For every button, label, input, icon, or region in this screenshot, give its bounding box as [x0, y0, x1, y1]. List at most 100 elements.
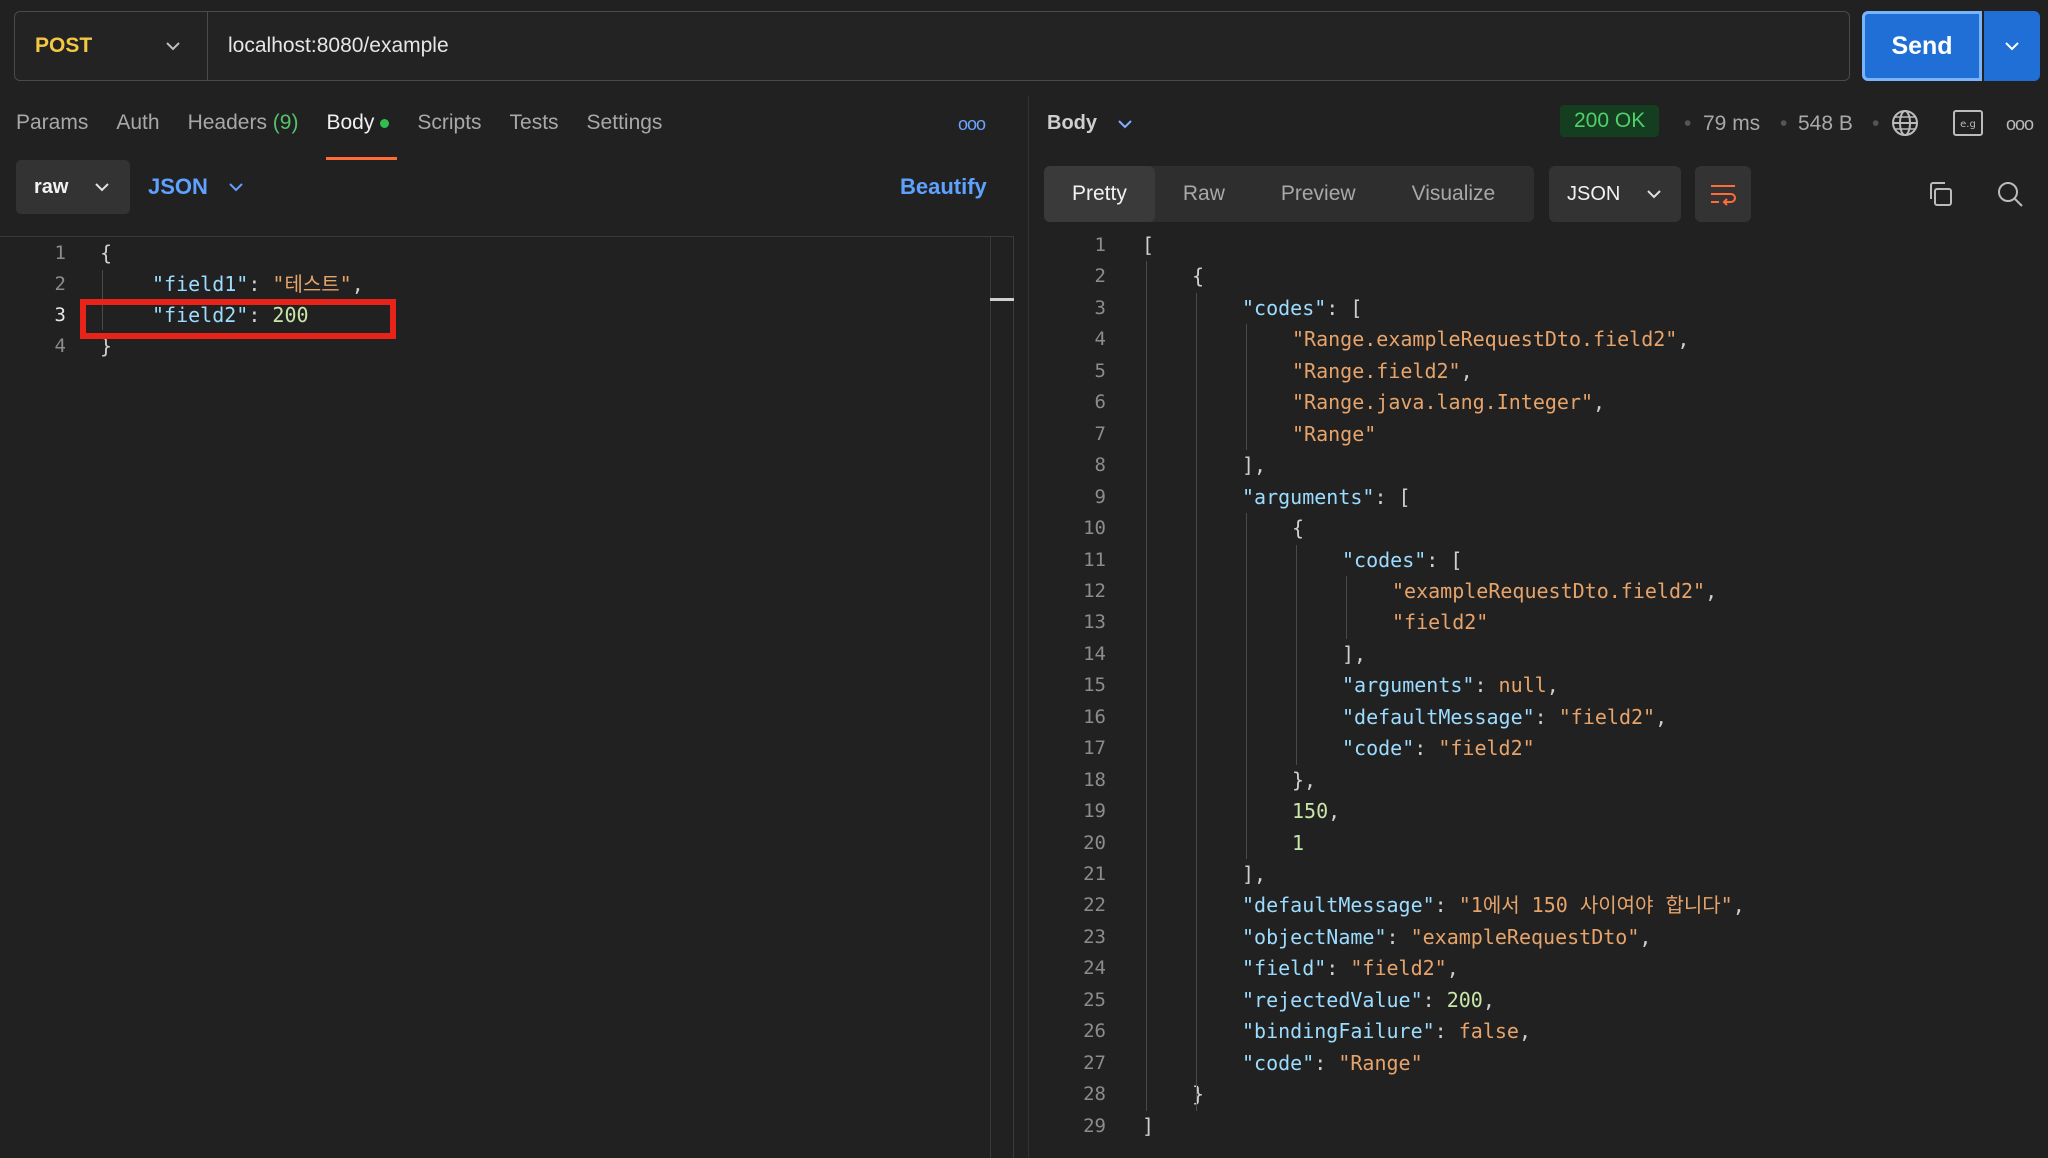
line-number: 13 [1083, 611, 1106, 634]
scrollbar-thumb[interactable] [990, 298, 1014, 301]
line-number: 22 [1083, 894, 1106, 917]
line-number: 12 [1083, 579, 1106, 602]
code-line: ], [1342, 641, 1367, 666]
line-number: 26 [1083, 1020, 1106, 1043]
save-example-icon[interactable]: e.g [1953, 110, 1983, 136]
code-line: "field2" [1392, 610, 1489, 635]
code-line: 1 [1292, 830, 1305, 855]
code-line: "arguments": [ [1242, 484, 1411, 509]
body-format-select[interactable]: JSON [148, 174, 244, 200]
code-line: "exampleRequestDto.field2", [1392, 578, 1718, 603]
chevron-down-icon [1647, 190, 1662, 199]
tab-tests[interactable]: Tests [510, 108, 559, 148]
tab-body[interactable]: Body [326, 108, 398, 160]
line-number: 2 [1094, 265, 1106, 288]
response-view-tabs: Pretty Raw Preview Visualize [1044, 166, 1534, 222]
indent-guide [1146, 261, 1147, 1111]
code-line: 150, [1292, 799, 1341, 824]
tab-scripts[interactable]: Scripts [417, 108, 481, 148]
code-line: "field": "field2", [1242, 956, 1459, 981]
code-line: { [1292, 516, 1305, 541]
chevron-down-icon [166, 42, 180, 51]
tab-headers[interactable]: Headers (9) [188, 108, 299, 148]
body-mode-select[interactable]: raw [16, 160, 130, 214]
svg-text:e.g: e.g [1960, 119, 1976, 130]
code-line: }, [1292, 767, 1317, 792]
line-number: 11 [1083, 548, 1106, 571]
line-number: 18 [1083, 768, 1106, 791]
line-number: 9 [1094, 485, 1106, 508]
chevron-down-icon [229, 183, 243, 192]
globe-icon[interactable] [1890, 108, 1920, 138]
line-number: 23 [1083, 925, 1106, 948]
url-bar: POST localhost:8080/example [14, 11, 1850, 81]
copy-icon[interactable] [1926, 180, 1954, 208]
chevron-down-icon [1118, 119, 1132, 128]
separator-dot: • [1684, 112, 1692, 135]
status-badge[interactable]: 200 OK [1560, 105, 1660, 137]
code-line: "Range.field2", [1292, 358, 1473, 383]
modified-dot-icon [380, 118, 390, 128]
editor-scrollbar-track [990, 236, 991, 1158]
separator-dot: • [1872, 112, 1880, 135]
code-line: "code": "field2" [1342, 736, 1535, 761]
send-options-button[interactable] [1984, 11, 2040, 81]
tab-visualize[interactable]: Visualize [1384, 166, 1524, 222]
headers-count: (9) [272, 111, 299, 134]
indent-guide [1296, 544, 1297, 765]
line-number: 3 [1094, 296, 1106, 319]
code-line: "Range.java.lang.Integer", [1292, 390, 1606, 415]
code-line: "rejectedValue": 200, [1242, 987, 1495, 1012]
response-body-select[interactable]: Body [1047, 112, 1133, 135]
indent-guide [1246, 513, 1247, 859]
tab-params[interactable]: Params [16, 108, 88, 148]
code-line: ] [1142, 1113, 1155, 1138]
line-number: 24 [1083, 957, 1106, 980]
tab-settings[interactable]: Settings [587, 108, 663, 148]
search-icon[interactable] [1996, 180, 2024, 208]
more-options-icon[interactable]: ooo [2006, 114, 2034, 135]
chevron-down-icon [2005, 42, 2019, 51]
wrap-lines-button[interactable] [1695, 166, 1751, 222]
code-line: "objectName": "exampleRequestDto", [1242, 924, 1652, 949]
code-line: "codes": [ [1242, 295, 1363, 320]
wrap-lines-icon [1711, 185, 1736, 206]
body-mode-label: raw [34, 175, 69, 198]
line-number: 5 [1094, 359, 1106, 382]
line-number: 28 [1083, 1083, 1106, 1106]
send-button[interactable]: Send [1862, 11, 1982, 81]
line-number: 1 [54, 242, 66, 264]
tab-body-label: Body [326, 111, 375, 134]
code-line: "codes": [ [1342, 547, 1463, 572]
response-time[interactable]: 79 ms [1703, 112, 1760, 136]
response-format-label: JSON [1567, 182, 1621, 205]
response-body-label: Body [1047, 112, 1097, 134]
request-tabs: Params Auth Headers (9) Body Scripts Tes… [16, 108, 663, 160]
code-line: { [100, 241, 113, 265]
beautify-button[interactable]: Beautify [900, 174, 987, 200]
url-input[interactable]: localhost:8080/example [208, 34, 449, 58]
tab-pretty[interactable]: Pretty [1044, 166, 1155, 222]
method-select[interactable]: POST [15, 12, 208, 80]
line-number: 6 [1094, 391, 1106, 414]
line-number: 14 [1083, 642, 1106, 665]
request-body-editor[interactable] [0, 236, 1014, 1158]
tab-preview[interactable]: Preview [1253, 166, 1384, 222]
more-options-icon[interactable]: ooo [958, 114, 986, 135]
code-line: "code": "Range" [1242, 1050, 1423, 1075]
tab-raw[interactable]: Raw [1155, 166, 1253, 222]
response-size[interactable]: 548 B [1798, 112, 1853, 136]
separator-dot: • [1780, 112, 1788, 135]
tab-auth[interactable]: Auth [116, 108, 159, 148]
code-line: { [1192, 264, 1205, 289]
response-format-select[interactable]: JSON [1549, 166, 1681, 222]
indent-guide [1196, 292, 1197, 1111]
code-line: "bindingFailure": false, [1242, 1019, 1532, 1044]
line-number: 27 [1083, 1051, 1106, 1074]
line-number: 7 [1094, 422, 1106, 445]
pane-divider[interactable] [1028, 96, 1029, 1158]
method-label: POST [35, 34, 93, 57]
line-number: 25 [1083, 988, 1106, 1011]
indent-guide [1346, 575, 1347, 639]
line-number: 4 [54, 335, 66, 357]
